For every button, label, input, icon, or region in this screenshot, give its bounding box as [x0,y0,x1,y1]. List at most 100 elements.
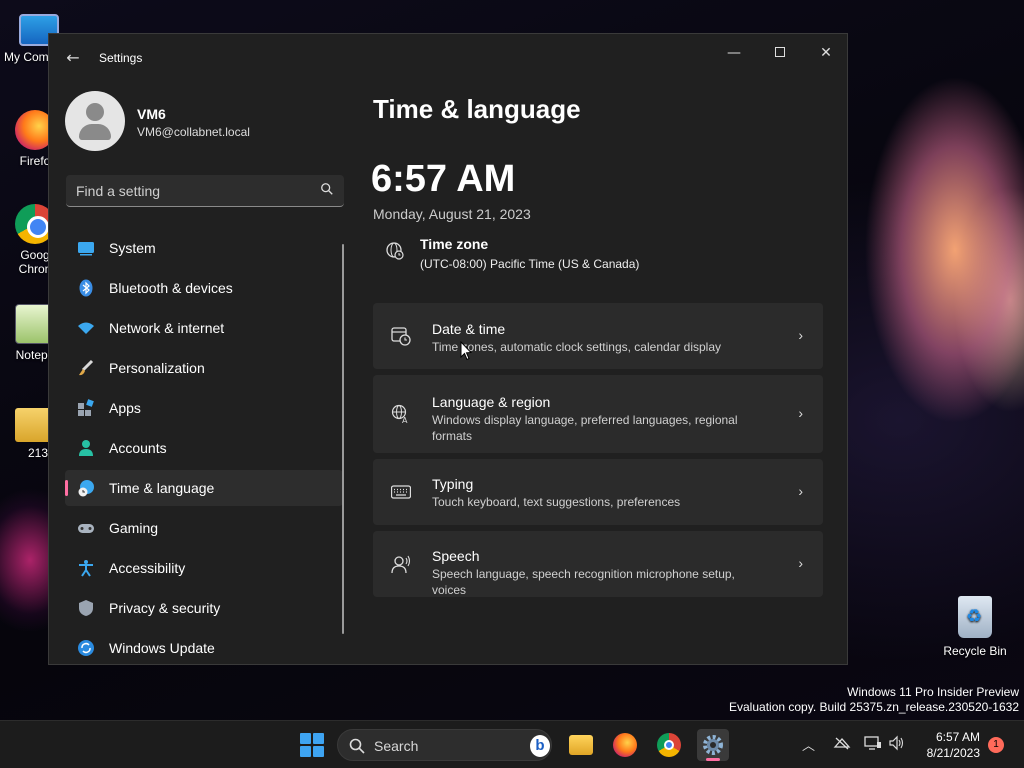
current-time: 6:57 AM [371,158,516,200]
svg-text:A: A [402,416,408,424]
recycle-bin-icon [958,596,992,638]
firefox-icon [613,733,637,757]
taskbar-chrome[interactable] [653,729,685,761]
sidebar-item-system[interactable]: System [65,230,343,266]
current-date: Monday, August 21, 2023 [373,206,531,222]
show-hidden-icons-button[interactable]: ︿ [802,735,815,754]
back-button[interactable]: ← [61,46,85,70]
title-bar[interactable]: ← Settings — ✕ [49,34,847,82]
close-button[interactable]: ✕ [803,38,847,68]
language-icon: A [391,404,408,424]
wifi-icon [78,322,94,334]
maximize-button[interactable] [757,38,803,68]
start-button[interactable] [300,733,324,757]
apps-icon [78,399,94,416]
windows-logo-pane [313,746,324,757]
taskbar-clock[interactable]: 6:57 AM 8/21/2023 [916,729,980,761]
time-zone-label: Time zone [420,236,489,252]
sidebar-nav: System Bluetooth & devices Network & int… [65,230,343,664]
speech-icon [391,555,411,574]
sidebar-item-gaming[interactable]: Gaming [65,510,343,546]
sidebar-item-label: Gaming [109,520,159,536]
display-icon[interactable] [864,735,882,751]
windows-watermark: Windows 11 Pro Insider Preview Evaluatio… [729,685,1019,715]
network-icon[interactable] [833,735,851,751]
card-title: Date & time [432,321,506,337]
taskbar-settings[interactable] [697,729,729,761]
desktop-icon-recycle-bin[interactable]: Recycle Bin [940,596,1010,658]
chevron-right-icon: › [798,327,803,343]
card-description: Speech language, speech recognition micr… [432,567,735,597]
search-input[interactable] [66,175,306,206]
settings-cards: Date & time Time zones, automatic clock … [373,303,823,603]
card-description: Touch keyboard, text suggestions, prefer… [432,495,681,509]
sidebar-item-windows-update[interactable]: Windows Update [65,630,343,664]
taskbar-file-explorer[interactable] [565,729,597,761]
gear-icon [703,735,723,755]
sidebar-item-label: Accessibility [109,560,186,576]
sidebar-item-personalization[interactable]: Personalization [65,350,343,386]
sidebar-item-label: Bluetooth & devices [109,280,233,296]
sidebar-item-accounts[interactable]: Accounts [65,430,343,466]
windows-logo-pane [300,746,311,757]
card-description: Time zones, automatic clock settings, ca… [432,340,722,354]
bing-icon[interactable]: b [530,735,550,757]
sidebar-item-accessibility[interactable]: Accessibility [65,550,343,586]
card-description: Windows display language, preferred lang… [432,413,738,443]
sidebar-item-label: Privacy & security [109,600,221,616]
mouse-cursor-icon [460,341,472,361]
folder-icon [569,735,593,755]
update-icon [78,640,94,656]
maximize-icon [775,47,785,57]
chevron-right-icon: › [798,555,803,571]
sidebar-scrollbar[interactable] [342,244,344,634]
sidebar-item-label: Time & language [109,480,215,496]
sidebar-item-label: Windows Update [109,640,215,656]
watermark-line-2: Evaluation copy. Build 25375.zn_release.… [729,700,1019,714]
time-language-icon [78,480,94,497]
recycle-bin-label: Recycle Bin [943,644,1007,658]
chevron-right-icon: › [798,405,803,421]
shield-icon [79,600,93,616]
watermark-line-1: Windows 11 Pro Insider Preview [847,685,1019,699]
settings-window: ← Settings — ✕ VM6 VM6@collabnet.local S… [48,33,848,665]
notification-badge[interactable]: 1 [988,737,1004,753]
sidebar-item-bluetooth[interactable]: Bluetooth & devices [65,270,343,306]
avatar[interactable] [65,91,125,151]
card-speech[interactable]: Speech Speech language, speech recogniti… [373,531,823,597]
accessibility-icon [79,560,93,577]
user-email: VM6@collabnet.local [137,125,250,139]
minimize-button[interactable]: — [711,38,757,68]
find-setting-search[interactable] [66,175,344,207]
sidebar-item-label: System [109,240,156,256]
taskbar-search[interactable]: Search b [337,729,552,761]
sidebar-item-time-language[interactable]: Time & language [65,470,343,506]
sidebar-item-label: Accounts [109,440,167,456]
card-date-time[interactable]: Date & time Time zones, automatic clock … [373,303,823,369]
sidebar-item-network[interactable]: Network & internet [65,310,343,346]
volume-icon[interactable] [888,735,906,751]
card-title: Language & region [432,394,551,410]
globe-clock-icon [386,242,404,260]
card-language-region[interactable]: A Language & region Windows display lang… [373,375,823,453]
sidebar-item-label: Network & internet [109,320,225,336]
search-icon [349,738,365,754]
taskbar: Search b ︿ 6:57 AM 8/21/2023 1 [0,720,1024,768]
gamepad-icon [78,524,94,533]
windows-logo-pane [313,733,324,744]
time-zone-value: (UTC-08:00) Pacific Time (US & Canada) [420,257,640,271]
windows-logo-icon [300,733,311,744]
chevron-right-icon: › [798,483,803,499]
calendar-clock-icon [391,327,411,346]
search-icon[interactable] [320,182,334,196]
brush-icon [79,359,94,376]
system-icon [78,242,94,256]
sidebar-item-privacy[interactable]: Privacy & security [65,590,343,626]
taskbar-date: 8/21/2023 [926,746,980,760]
taskbar-firefox[interactable] [609,729,641,761]
sidebar-item-apps[interactable]: Apps [65,390,343,426]
accounts-icon [79,440,93,456]
card-typing[interactable]: Typing Touch keyboard, text suggestions,… [373,459,823,525]
active-indicator [706,758,720,761]
card-title: Speech [432,548,480,564]
